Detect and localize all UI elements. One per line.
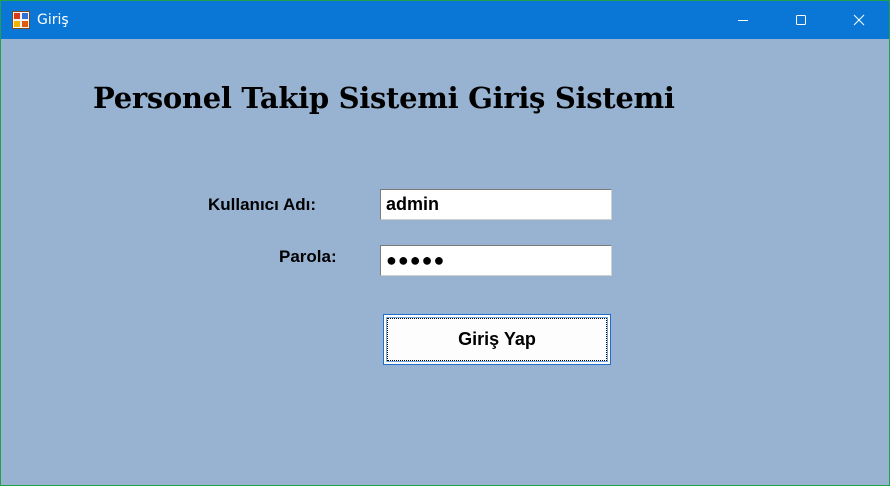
maximize-icon	[796, 15, 806, 25]
login-button-label: Giriş Yap	[458, 329, 536, 349]
username-input[interactable]	[380, 189, 612, 220]
title-bar[interactable]: Giriş	[1, 1, 889, 39]
close-button[interactable]	[830, 1, 888, 39]
minimize-button[interactable]	[714, 1, 772, 39]
maximize-button[interactable]	[772, 1, 830, 39]
form-heading: Personel Takip Sistemi Giriş Sistemi	[93, 81, 675, 115]
login-button[interactable]: Giriş Yap	[383, 314, 611, 365]
close-icon	[853, 14, 865, 26]
minimize-icon	[738, 20, 748, 21]
login-window: Giriş Personel Takip Sistemi Giriş Siste…	[0, 0, 890, 486]
window-title: Giriş	[37, 12, 69, 28]
username-label: Kullanıcı Adı:	[208, 195, 316, 214]
password-input[interactable]	[380, 245, 612, 276]
winforms-app-icon	[12, 11, 30, 29]
password-label: Parola:	[279, 247, 337, 266]
